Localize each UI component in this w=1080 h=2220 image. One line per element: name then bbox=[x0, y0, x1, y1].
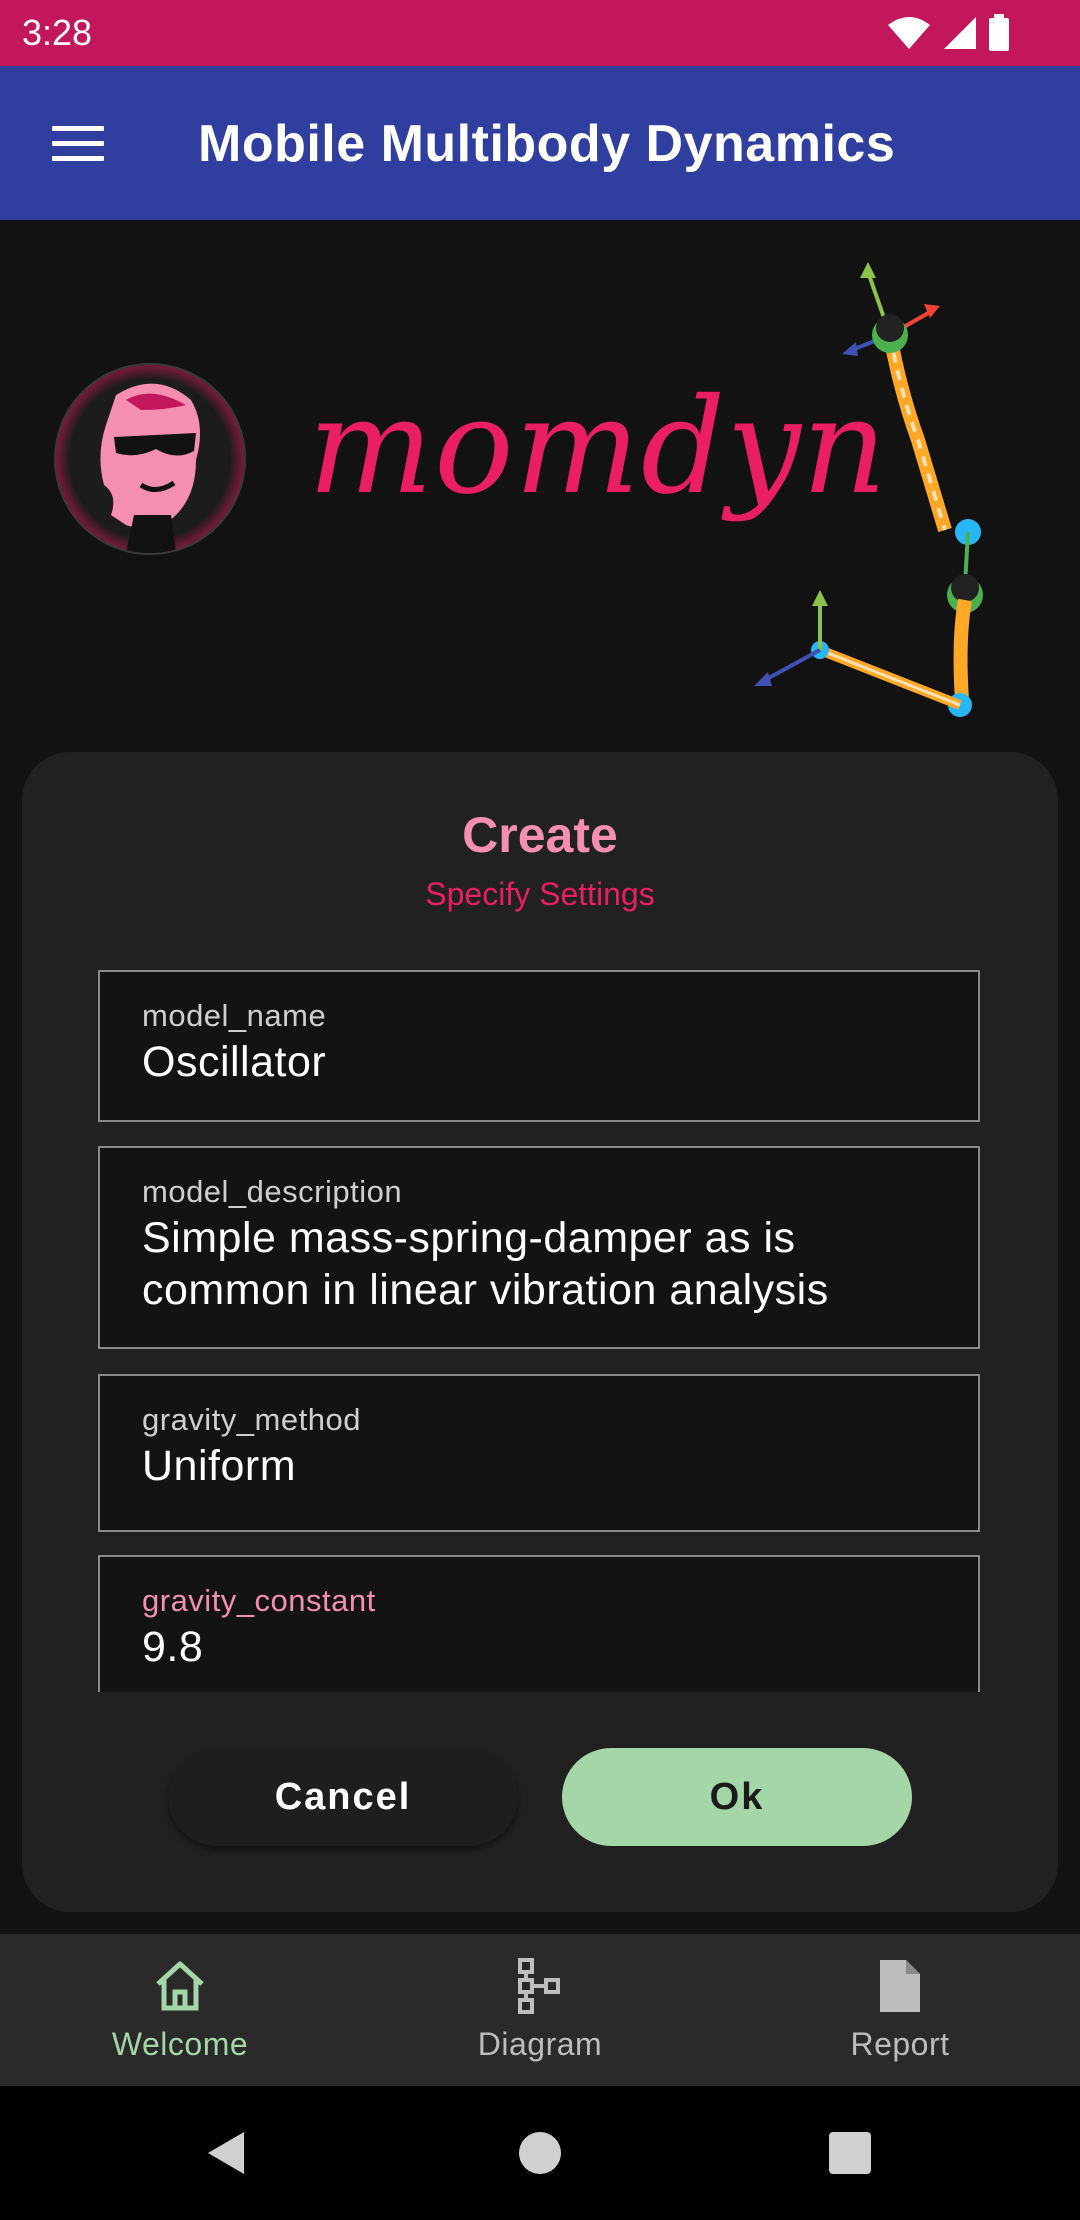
field-label: model_description bbox=[142, 1174, 403, 1209]
hero-banner: momdyn bbox=[0, 220, 1080, 750]
recents-icon[interactable] bbox=[825, 2128, 875, 2178]
cellular-signal-icon bbox=[944, 17, 976, 49]
diagram-icon bbox=[518, 1958, 560, 2014]
system-navigation-bar bbox=[0, 2086, 1080, 2220]
battery-icon bbox=[989, 14, 1009, 51]
nav-label: Report bbox=[850, 2026, 950, 2062]
multibody-illustration bbox=[754, 262, 983, 717]
gravity-method-field[interactable]: gravity_method Uniform bbox=[98, 1374, 980, 1532]
nav-item-welcome[interactable]: Welcome bbox=[0, 1934, 360, 2086]
nav-label: Diagram bbox=[477, 2026, 603, 2062]
field-value[interactable]: Oscillator bbox=[142, 1036, 948, 1088]
gravity-constant-field[interactable]: gravity_constant 9.8 bbox=[98, 1555, 980, 1692]
ok-button[interactable]: Ok bbox=[562, 1748, 912, 1846]
document-icon bbox=[880, 1960, 920, 2012]
settings-form[interactable]: model_name Oscillator model_description … bbox=[98, 970, 980, 1692]
status-time: 3:28 bbox=[22, 12, 93, 53]
home-icon bbox=[156, 1961, 204, 2011]
field-label: gravity_constant bbox=[142, 1583, 376, 1618]
nav-item-report[interactable]: Report bbox=[720, 1934, 1080, 2086]
wifi-icon bbox=[888, 17, 930, 49]
field-label: model_name bbox=[142, 998, 327, 1033]
field-label: gravity_method bbox=[142, 1402, 361, 1437]
model-name-field[interactable]: model_name Oscillator bbox=[98, 970, 980, 1122]
field-value[interactable]: 9.8 bbox=[142, 1621, 948, 1673]
hamburger-menu-icon[interactable] bbox=[40, 114, 114, 174]
app-title: Mobile Multibody Dynamics bbox=[198, 115, 896, 173]
home-circle-icon[interactable] bbox=[515, 2128, 565, 2178]
dialog-subtitle: Specify Settings bbox=[425, 876, 655, 912]
bottom-navigation: Welcome Diagram Report bbox=[0, 1934, 1080, 2086]
app-bar: Mobile Multibody Dynamics bbox=[0, 66, 1080, 220]
status-bar: 3:28 bbox=[0, 0, 1080, 66]
cancel-button[interactable]: Cancel bbox=[168, 1748, 518, 1846]
nav-item-diagram[interactable]: Diagram bbox=[360, 1934, 720, 2086]
field-value[interactable]: Simple mass-spring-damper as is common i… bbox=[142, 1212, 948, 1316]
avatar bbox=[54, 363, 246, 555]
create-dialog: Create Specify Settings model_name Oscil… bbox=[22, 752, 1058, 1912]
status-icons bbox=[886, 14, 1010, 52]
model-description-field[interactable]: model_description Simple mass-spring-dam… bbox=[98, 1146, 980, 1349]
field-value[interactable]: Uniform bbox=[142, 1440, 948, 1492]
dialog-title: Create bbox=[462, 807, 618, 863]
back-icon[interactable] bbox=[200, 2128, 250, 2178]
nav-label: Welcome bbox=[111, 2026, 249, 2062]
